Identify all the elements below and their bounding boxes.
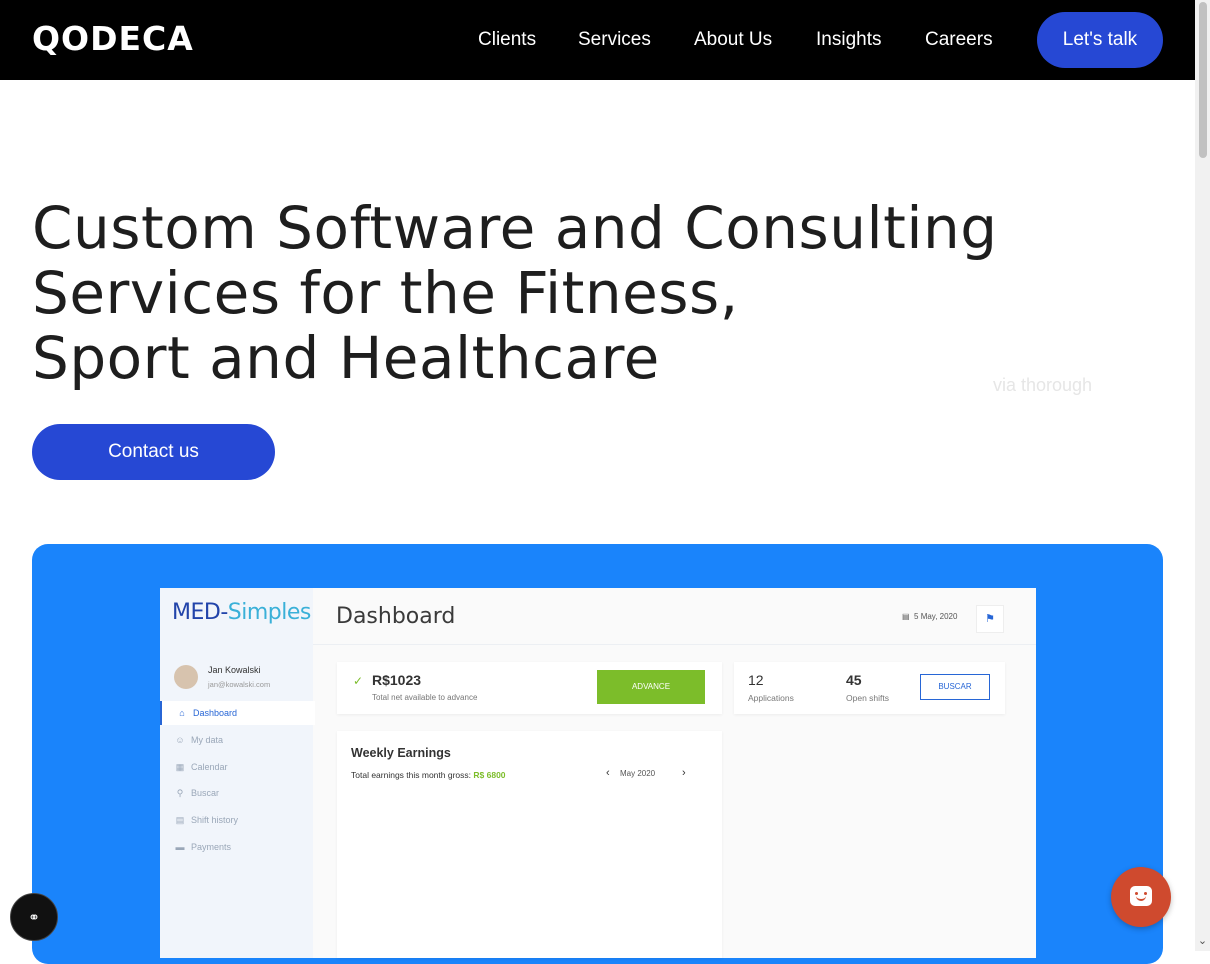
hero-title-line: Sport and Healthcare xyxy=(32,324,660,392)
home-icon: ⌂ xyxy=(179,708,185,718)
scrollbar-thumb[interactable] xyxy=(1199,2,1207,158)
bell-icon: ⚑ xyxy=(976,605,1004,633)
amount: R$1023 xyxy=(372,672,422,688)
amount-caption: Total net available to advance xyxy=(372,693,478,702)
user-icon: ☺ xyxy=(175,735,185,745)
avatar xyxy=(174,665,198,689)
sidebar-item-label: Payments xyxy=(191,842,232,852)
weekly-earnings-card: Weekly Earnings Total earnings this mont… xyxy=(337,731,722,958)
sidebar-item-payments: ▬ Payments xyxy=(160,835,313,859)
weekly-earnings-caption: Total earnings this month gross: R$ 6800 xyxy=(351,770,506,780)
app-logo-accent: Simples xyxy=(227,600,312,625)
lets-talk-button[interactable]: Let's talk xyxy=(1037,12,1163,68)
hero-title: Custom Software and Consulting Services … xyxy=(32,196,1032,391)
logo[interactable]: QODECA xyxy=(32,20,194,58)
app-screenshot: MED-Simples Jan Kowalski jan@kowalski.co… xyxy=(160,588,1036,958)
open-shifts-count: 45 xyxy=(846,672,862,688)
check-icon: ✓ xyxy=(353,674,364,688)
applications-label: Applications xyxy=(748,693,794,703)
sidebar-item-label: My data xyxy=(191,735,224,745)
sidebar-item-label: Dashboard xyxy=(193,708,238,718)
sidebar-item-dashboard: ⌂ Dashboard xyxy=(160,701,315,725)
search-icon: ⚲ xyxy=(176,788,184,798)
sidebar-item-label: Calendar xyxy=(191,762,228,772)
hero-title-line: Custom Software and Consulting xyxy=(32,194,998,262)
weekly-earnings-value: R$ 6800 xyxy=(473,770,506,780)
open-shifts-label: Open shifts xyxy=(846,693,889,703)
contact-us-button[interactable]: Contact us xyxy=(32,424,275,480)
sidebar-item-buscar: ⚲ Buscar xyxy=(160,781,313,805)
scroll-down-icon[interactable]: ⌄ xyxy=(1196,934,1209,948)
advance-card: ✓ R$1023 Total net available to advance … xyxy=(337,662,722,714)
app-logo-main: MED- xyxy=(172,600,228,625)
sidebar-item-shift-history: ▤ Shift history xyxy=(160,808,313,832)
nav-link-about-us[interactable]: About Us xyxy=(694,28,772,52)
sidebar-item-calendar: ▦ Calendar xyxy=(160,755,313,779)
app-date-text: 5 May, 2020 xyxy=(914,612,958,621)
payments-icon: ▬ xyxy=(175,842,185,852)
nav-link-services[interactable]: Services xyxy=(578,28,651,52)
history-icon: ▤ xyxy=(175,815,185,825)
divider xyxy=(313,644,1036,645)
stats-card: 12 Applications 45 Open shifts BUSCAR xyxy=(734,662,1005,714)
nav-link-insights[interactable]: Insights xyxy=(816,28,881,52)
app-date: ▤ 5 May, 2020 xyxy=(902,612,957,621)
sidebar-item-label: Shift history xyxy=(191,815,239,825)
hero-title-line: Services for the Fitness, xyxy=(32,259,739,327)
app-sidebar: MED-Simples Jan Kowalski jan@kowalski.co… xyxy=(160,588,315,958)
accessibility-icon[interactable]: ⚭ xyxy=(10,893,58,941)
chevron-right-icon: › xyxy=(682,767,686,779)
app-page-title: Dashboard xyxy=(336,604,456,629)
user-name: Jan Kowalski xyxy=(208,665,261,675)
buscar-button: BUSCAR xyxy=(920,674,990,700)
applications-count: 12 xyxy=(748,672,764,688)
month-label: May 2020 xyxy=(620,769,656,778)
chat-icon[interactable] xyxy=(1111,867,1171,927)
nav-link-clients[interactable]: Clients xyxy=(478,28,536,52)
calendar-icon: ▤ xyxy=(902,612,910,621)
rotating-text: via thorough xyxy=(993,375,1093,395)
user-email: jan@kowalski.com xyxy=(208,680,271,689)
weekly-earnings-title: Weekly Earnings xyxy=(351,746,451,760)
sidebar-item-my-data: ☺ My data xyxy=(160,728,313,752)
advance-button: ADVANCE xyxy=(597,670,705,704)
top-nav: QODECA Clients Services About Us Insight… xyxy=(0,0,1195,80)
calendar-icon: ▦ xyxy=(175,762,185,772)
weekly-earnings-text: Total earnings this month gross: xyxy=(351,770,472,780)
app-logo: MED-Simples xyxy=(172,600,311,625)
chevron-left-icon: ‹ xyxy=(606,767,610,779)
chat-face-icon xyxy=(1130,886,1152,906)
sidebar-item-label: Buscar xyxy=(191,788,220,798)
nav-link-careers[interactable]: Careers xyxy=(925,28,993,52)
